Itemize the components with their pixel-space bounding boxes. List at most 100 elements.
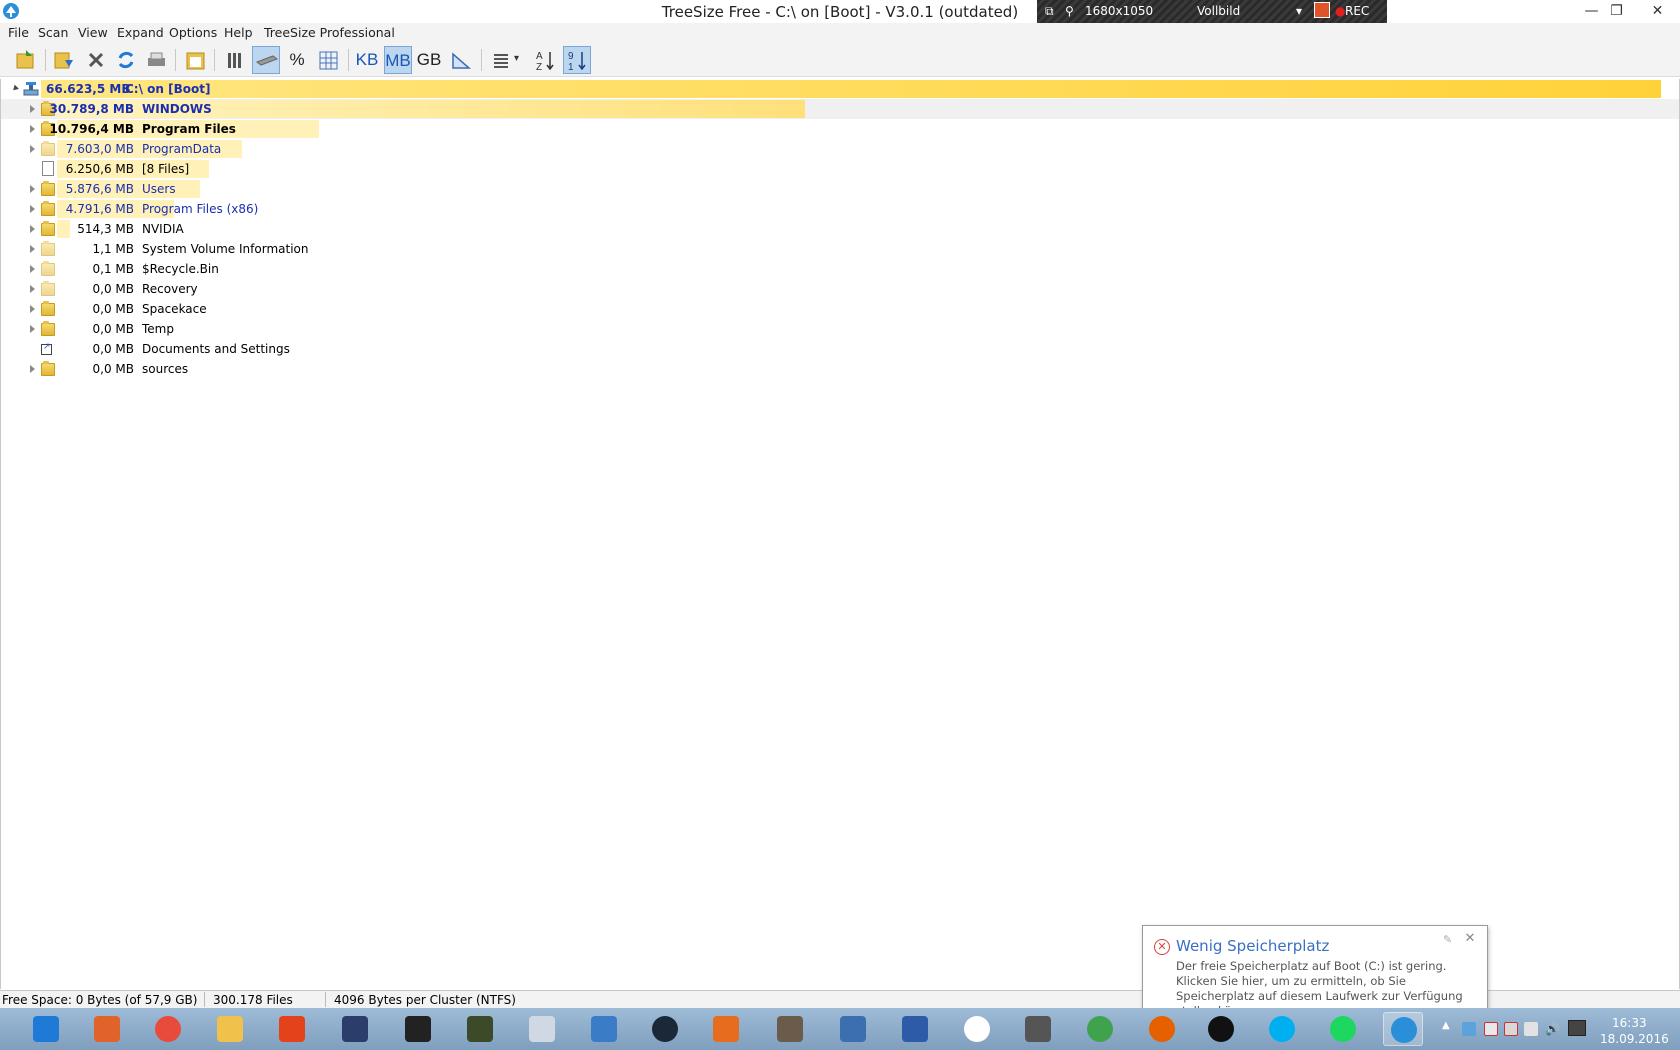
taskbar-device-app-button[interactable] xyxy=(1018,1012,1058,1046)
menu-help[interactable]: Help xyxy=(224,25,253,40)
pen-app-icon xyxy=(902,1016,928,1042)
taskbar-pen-app-button[interactable] xyxy=(895,1012,935,1046)
clock-date[interactable]: 18.09.2016 xyxy=(1600,1032,1669,1046)
tree-row[interactable]: 1,1 MB System Volume Information xyxy=(1,239,1679,259)
tree-row[interactable]: 4.791,6 MB Program Files (x86) xyxy=(1,199,1679,219)
print-button[interactable] xyxy=(142,46,170,74)
refresh-button[interactable] xyxy=(112,46,140,74)
tree-row[interactable]: 0,0 MB Spacekace xyxy=(1,299,1679,319)
pin-icon[interactable]: ✎ xyxy=(1443,933,1452,946)
tree-row[interactable]: 10.796,4 MB Program Files xyxy=(1,119,1679,139)
taskbar-color-app-button[interactable] xyxy=(398,1012,438,1046)
stop-scan-button[interactable] xyxy=(82,46,110,74)
details-view-dropdown[interactable]: ▾ xyxy=(512,46,526,74)
taskbar-file-explorer-button[interactable] xyxy=(210,1012,250,1046)
magnifier-icon[interactable]: ⚲ xyxy=(1065,4,1074,18)
flag-icon[interactable] xyxy=(1484,1022,1498,1036)
menu-view[interactable]: View xyxy=(78,25,108,40)
taskbar-skype-button[interactable] xyxy=(1262,1012,1302,1046)
restore-small-icon[interactable]: ⧉ xyxy=(1045,4,1054,19)
menu-file[interactable]: File xyxy=(8,25,29,40)
taskbar-gimp-button[interactable] xyxy=(770,1012,810,1046)
taskbar-office-button[interactable] xyxy=(272,1012,312,1046)
tree-row[interactable]: 7.603,0 MB ProgramData xyxy=(1,139,1679,159)
action-center-icon[interactable] xyxy=(1504,1022,1518,1036)
file-count-view-button[interactable] xyxy=(314,46,342,74)
network-icon[interactable] xyxy=(1524,1022,1538,1036)
recorder-mode[interactable]: Vollbild xyxy=(1197,4,1240,18)
taskbar-fallout-shelter-button[interactable] xyxy=(833,1012,873,1046)
tree-row[interactable]: 0,0 MB Recovery xyxy=(1,279,1679,299)
taskbar-internet-explorer-button[interactable] xyxy=(26,1012,66,1046)
clipboard-button[interactable] xyxy=(181,46,209,74)
percent-view-button[interactable]: % xyxy=(283,46,311,74)
media-player-icon xyxy=(713,1016,739,1042)
tree-row[interactable]: 0,0 MB sources xyxy=(1,359,1679,379)
tree-root-row[interactable]: 66.623,5 MB C:\ on [Boot] xyxy=(1,79,1679,99)
keyboard-layout-icon[interactable] xyxy=(1568,1020,1586,1036)
sort-by-name-button[interactable]: AZ xyxy=(531,46,559,74)
collapse-icon[interactable] xyxy=(11,84,19,93)
taskbar-control-panel-button[interactable] xyxy=(584,1012,624,1046)
menu-options[interactable]: Options xyxy=(169,25,217,40)
taskbar-media-player-button[interactable] xyxy=(706,1012,746,1046)
screen-recorder-overlay[interactable]: ⧉ ⚲ 1680x1050 Vollbild ▾ ● REC xyxy=(1037,0,1387,23)
menu-expand[interactable]: Expand xyxy=(117,25,164,40)
size-view-button[interactable] xyxy=(252,46,280,74)
toolbar: % KB MB GB ▾ AZ 91 xyxy=(0,43,1680,77)
item-size: 514,3 MB xyxy=(77,222,134,236)
skype-icon xyxy=(1269,1016,1295,1042)
chevron-up-icon[interactable]: ▲ xyxy=(1442,1020,1450,1031)
camera-icon[interactable] xyxy=(1314,2,1330,18)
folder-down-icon xyxy=(54,52,73,69)
menu-scan[interactable]: Scan xyxy=(38,25,68,40)
sort-by-size-button[interactable]: 91 xyxy=(563,46,591,74)
close-button[interactable]: ✕ xyxy=(1635,0,1680,22)
tree-row[interactable]: 6.250,6 MB [8 Files] xyxy=(1,159,1679,179)
notification-close-button[interactable]: ✕ xyxy=(1463,932,1477,946)
taskbar: ▲ 🔊 16:33 18.09.2016 xyxy=(0,1008,1680,1050)
tree-row[interactable]: 30.789,8 MB WINDOWS xyxy=(1,99,1679,119)
unit-mb-button[interactable]: MB xyxy=(384,46,412,74)
taskbar-treesize-button[interactable] xyxy=(1383,1012,1423,1046)
chevron-down-icon[interactable]: ▾ xyxy=(1296,4,1302,18)
firefox-icon xyxy=(1149,1016,1175,1042)
spotify-icon xyxy=(1330,1016,1356,1042)
taskbar-app-d-button[interactable] xyxy=(335,1012,375,1046)
volume-icon[interactable]: 🔊 xyxy=(1545,1022,1560,1036)
taskbar-green-globe-button[interactable] xyxy=(1080,1012,1120,1046)
taskbar-chrome-button[interactable] xyxy=(148,1012,188,1046)
unit-gb-button[interactable]: GB xyxy=(415,46,443,74)
restore-button[interactable]: ❐ xyxy=(1594,0,1639,22)
menu-treesize-professional[interactable]: TreeSize Professional xyxy=(264,25,395,40)
taskbar-gta-v-button[interactable] xyxy=(460,1012,500,1046)
taskbar-spotify-button[interactable] xyxy=(1323,1012,1363,1046)
item-name: NVIDIA xyxy=(142,222,184,236)
scan-folder-button[interactable] xyxy=(50,46,78,74)
file-explorer-icon xyxy=(217,1016,243,1042)
taskbar-steelseries-button[interactable] xyxy=(957,1012,997,1046)
tree-row[interactable]: 5.876,6 MB Users xyxy=(1,179,1679,199)
taskbar-monitor-app-button[interactable] xyxy=(522,1012,562,1046)
network-drive-icon[interactable] xyxy=(1462,1022,1476,1036)
tree-row[interactable]: 0,1 MB $Recycle.Bin xyxy=(1,259,1679,279)
clock-time[interactable]: 16:33 xyxy=(1612,1016,1647,1030)
select-directory-button[interactable] xyxy=(12,46,40,74)
rec-label[interactable]: REC xyxy=(1345,4,1369,18)
taskbar-firefox-button[interactable] xyxy=(1142,1012,1182,1046)
auto-unit-button[interactable] xyxy=(447,46,475,74)
tree-row[interactable]: 0,0 MB Temp xyxy=(1,319,1679,339)
recorder-icon xyxy=(1208,1016,1234,1042)
folder-tree[interactable]: 66.623,5 MB C:\ on [Boot] 30.789,8 MB WIN… xyxy=(0,79,1680,989)
bar-view-button[interactable] xyxy=(221,46,249,74)
taskbar-office-tools-button[interactable] xyxy=(87,1012,127,1046)
tree-row[interactable]: ↗ 0,0 MB Documents and Settings xyxy=(1,339,1679,359)
grid-icon xyxy=(319,51,338,70)
unit-kb-button[interactable]: KB xyxy=(353,46,381,74)
tree-row[interactable]: 514,3 MB NVIDIA xyxy=(1,219,1679,239)
status-cluster-info: 4096 Bytes per Cluster (NTFS) xyxy=(334,993,516,1007)
details-view-button[interactable] xyxy=(487,46,515,74)
low-disk-space-notification[interactable]: ✕ Wenig Speicherplatz ✎ ✕ Der freie Spei… xyxy=(1142,925,1488,1022)
taskbar-steam-button[interactable] xyxy=(645,1012,685,1046)
taskbar-recorder-button[interactable] xyxy=(1201,1012,1241,1046)
